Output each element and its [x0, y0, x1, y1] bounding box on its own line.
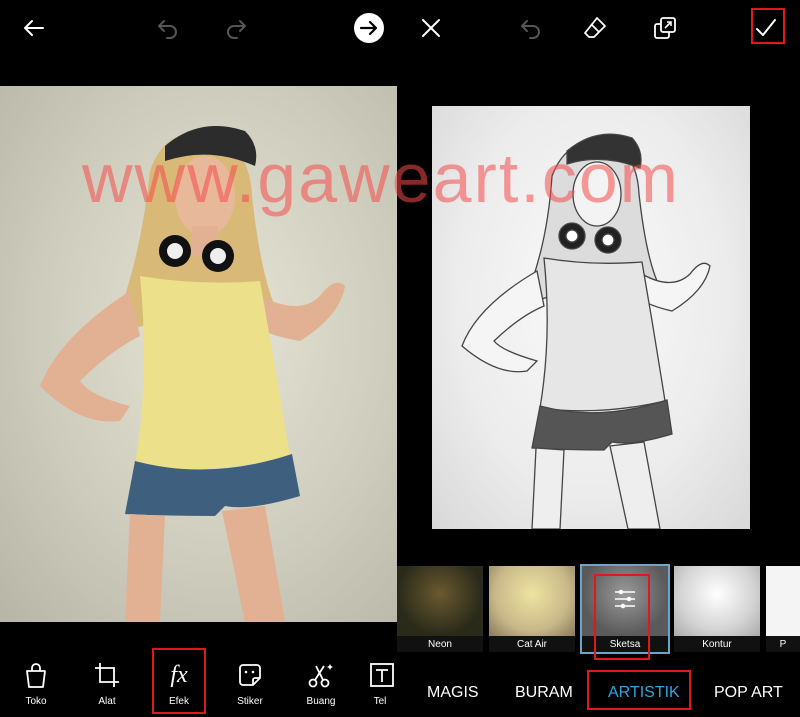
redo-button[interactable] [218, 10, 254, 46]
highlight-box-sketsa [594, 574, 650, 660]
compare-icon [654, 17, 676, 39]
tool-label: Alat [98, 696, 116, 707]
thumb-label: Cat Air [516, 639, 547, 650]
thumb-preview [766, 566, 800, 636]
back-button[interactable] [16, 10, 52, 46]
effect-thumb-partial[interactable]: P [766, 566, 800, 652]
close-button[interactable] [413, 10, 449, 46]
left-top-toolbar [0, 0, 397, 56]
cutout-icon [308, 664, 333, 688]
sticker-icon [239, 664, 261, 686]
undo-icon [158, 20, 177, 39]
next-button[interactable] [351, 10, 387, 46]
eraser-icon [584, 17, 606, 38]
shopping-bag-icon [26, 663, 46, 688]
thumb-preview [397, 566, 483, 636]
highlight-box-artistik [587, 670, 691, 710]
editor-left-panel: Toko Alat fx Efek Stiker Buang Tel [0, 0, 397, 717]
tool-stiker[interactable]: Stiker [220, 660, 280, 707]
sketch-illustration [461, 133, 711, 529]
woman-photo-illustration [40, 126, 345, 622]
sketch-preview [432, 106, 750, 529]
effect-right-panel: Neon Cat Air Sketsa Kontur P MAGIS BURAM… [397, 0, 800, 717]
original-photo [0, 86, 397, 622]
effect-thumb-cat-air[interactable]: Cat Air [489, 566, 575, 652]
text-icon [370, 663, 394, 687]
tab-pop-art[interactable]: POP ART [714, 684, 783, 702]
thumb-label: Neon [428, 639, 452, 650]
arrow-right-circle-icon [354, 13, 384, 43]
close-icon [422, 19, 440, 37]
tool-toko[interactable]: Toko [6, 660, 66, 707]
thumb-preview [489, 566, 575, 636]
thumb-preview [674, 566, 760, 636]
thumb-label: P [779, 639, 787, 650]
tab-magis[interactable]: MAGIS [427, 684, 479, 702]
right-top-toolbar [397, 0, 800, 56]
tool-label: Tel [373, 696, 387, 707]
arrow-left-icon [24, 20, 44, 36]
crop-icon [95, 663, 119, 687]
undo-button[interactable] [150, 10, 186, 46]
effect-thumb-kontur[interactable]: Kontur [674, 566, 760, 652]
thumb-label: Kontur [702, 639, 732, 650]
redo-icon [227, 20, 246, 39]
tool-teks[interactable]: Tel [360, 660, 397, 707]
tool-label: Buang [306, 696, 336, 707]
undo-icon [521, 20, 540, 39]
compare-button[interactable] [647, 10, 683, 46]
effect-thumb-neon[interactable]: Neon [397, 566, 483, 652]
tab-buram[interactable]: BURAM [515, 684, 573, 702]
effect-undo-button[interactable] [513, 10, 549, 46]
highlight-box-apply [751, 8, 785, 44]
tool-label: Stiker [237, 696, 263, 707]
tool-buang[interactable]: Buang [291, 660, 351, 707]
tool-alat[interactable]: Alat [77, 660, 137, 707]
tool-label: Toko [25, 696, 47, 707]
highlight-box-efek [152, 648, 206, 714]
eraser-button[interactable] [577, 10, 613, 46]
